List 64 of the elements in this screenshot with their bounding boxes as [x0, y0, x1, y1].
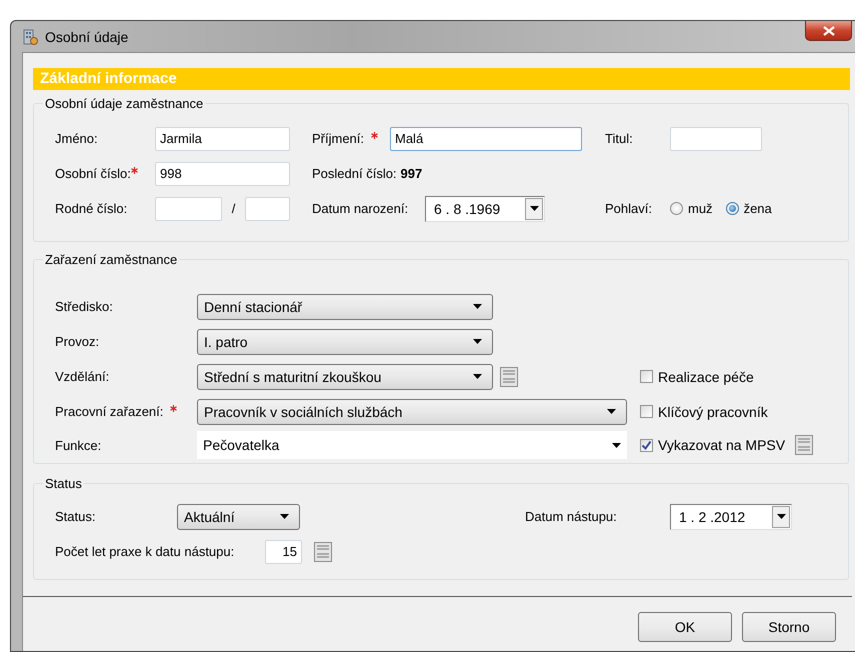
group-title: Status — [44, 476, 83, 491]
checkbox[interactable] — [640, 405, 653, 418]
field-label: Poslední číslo: — [312, 166, 397, 181]
radio-label[interactable]: žena — [744, 201, 772, 216]
dropdown-arrow-icon — [607, 409, 616, 414]
group-title: Osobní údaje zaměstnance — [44, 96, 204, 111]
date-picker[interactable]: 6 . 8 .1969 — [425, 196, 545, 222]
ok-button[interactable]: OK — [638, 612, 732, 642]
field-label: Funkce: — [55, 438, 102, 452]
dropdown-arrow-icon — [530, 206, 538, 211]
field-label: Jméno: — [55, 131, 98, 146]
checkbox[interactable] — [640, 370, 653, 383]
window-title: Osobní údaje — [45, 28, 128, 44]
field-label: Pohlaví: — [605, 201, 652, 216]
field-label: Status: — [55, 509, 96, 524]
combo-box[interactable]: Pečovatelka — [197, 431, 627, 459]
register-icon[interactable] — [314, 542, 332, 562]
radio-button[interactable] — [726, 202, 739, 215]
field-label: Středisko: — [55, 299, 113, 314]
register-icon[interactable] — [795, 435, 814, 455]
field-label: Osobní číslo: — [55, 166, 131, 181]
personal-number-field[interactable]: 998 — [155, 162, 290, 186]
dropdown[interactable]: Aktuální — [177, 504, 300, 530]
field-label: Počet let praxe k datu nástupu: — [55, 544, 234, 559]
section-header: Základní informace — [33, 68, 850, 90]
cancel-button[interactable]: Storno — [742, 612, 836, 642]
field-label: Rodné číslo: — [55, 201, 128, 216]
dropdown[interactable]: Denní stacionář — [197, 294, 493, 320]
radio-button[interactable] — [670, 202, 683, 215]
field-label: Pracovní zařazení: — [55, 404, 164, 419]
practice-years-field[interactable]: 15 — [265, 540, 302, 564]
field-label: Datum nástupu: — [525, 509, 617, 524]
dropdown[interactable]: Pracovník v sociálních službách — [197, 398, 627, 424]
radio-label[interactable]: muž — [688, 201, 713, 216]
checkbox-label[interactable]: Vykazovat na MPSV — [658, 437, 786, 453]
birth-number-suffix-field[interactable] — [245, 196, 290, 220]
dropdown-arrow-icon — [473, 374, 482, 379]
close-button[interactable] — [805, 21, 852, 41]
checkbox-label[interactable]: Realizace péče — [658, 368, 754, 384]
date-picker[interactable]: 1 . 2 .2012 — [670, 504, 792, 530]
checkbox[interactable] — [640, 438, 653, 452]
first-name-field[interactable]: Jarmila — [155, 126, 290, 150]
separator-text: / — [230, 201, 236, 216]
dropdown-arrow-icon — [473, 304, 482, 309]
building-icon — [21, 28, 39, 46]
field-label: Vzdělání: — [55, 369, 110, 384]
dropdown-arrow-icon — [280, 514, 289, 519]
field-label: Titul: — [605, 131, 633, 146]
field-label: Příjmení: — [312, 131, 364, 146]
checkbox-label[interactable]: Klíčový pracovník — [658, 404, 768, 420]
last-number-value: 997 — [400, 166, 422, 181]
last-name-field[interactable]: Malá — [390, 126, 582, 150]
field-label: Provoz: — [55, 334, 100, 349]
field-label: Datum narození: — [312, 201, 408, 216]
dropdown-arrow-icon — [473, 339, 482, 344]
birth-number-field[interactable] — [155, 196, 222, 220]
dropdown-arrow-icon — [612, 442, 621, 448]
close-icon — [822, 26, 834, 36]
dropdown[interactable]: Střední s maturitní zkouškou — [197, 364, 493, 390]
dropdown-arrow-icon — [776, 514, 786, 519]
group-title: Zařazení zaměstnance — [44, 252, 178, 267]
title-field[interactable] — [670, 126, 762, 150]
dropdown[interactable]: I. patro — [197, 328, 493, 354]
register-icon[interactable] — [500, 366, 518, 386]
